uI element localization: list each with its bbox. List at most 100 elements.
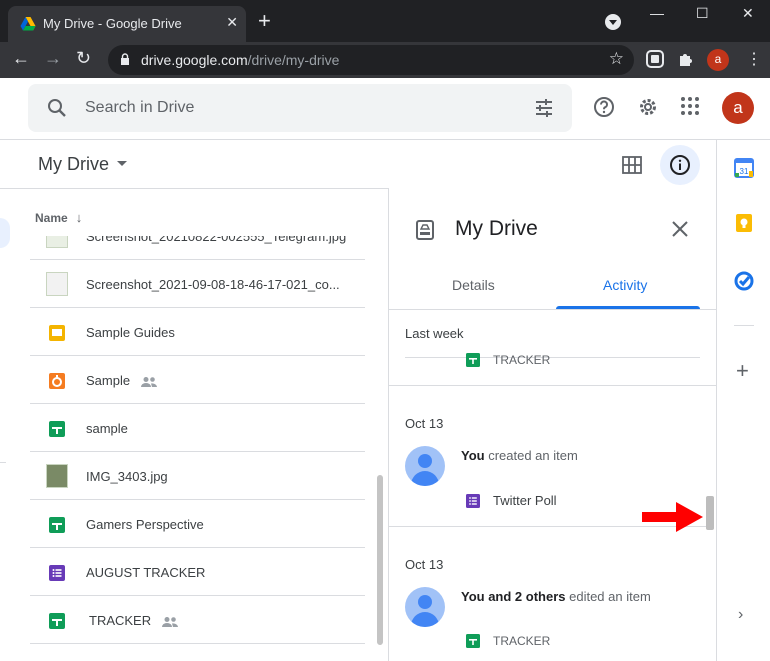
maximize-button[interactable]: ☐ — [696, 5, 709, 22]
keep-icon[interactable] — [734, 213, 754, 233]
search-input[interactable]: Search in Drive — [85, 99, 194, 117]
file-name: IMG_3403.jpg — [86, 469, 168, 484]
name-column-header[interactable]: Name ↓ — [35, 210, 82, 225]
tabs-divider — [389, 309, 716, 310]
forms-icon — [49, 565, 65, 581]
close-tab-icon[interactable]: ✕ — [226, 14, 238, 31]
tab-title: My Drive - Google Drive — [43, 16, 182, 31]
close-panel-icon[interactable] — [670, 219, 690, 239]
list-item[interactable]: Gamers Perspective — [30, 500, 365, 548]
image-thumbnail-icon — [46, 464, 68, 488]
expand-side-panel-chevron-icon[interactable]: › — [738, 606, 743, 624]
details-panel-divider — [388, 188, 389, 661]
search-bar[interactable]: Search in Drive — [28, 84, 572, 132]
sheets-icon — [466, 634, 480, 648]
forms-icon — [466, 494, 480, 508]
list-item[interactable]: IMG_3403.jpg — [30, 452, 365, 500]
file-list-scrollbar[interactable] — [377, 475, 383, 645]
sidebar-divider — [0, 462, 6, 463]
list-header-divider — [0, 188, 388, 189]
browser-tab-bar: My Drive - Google Drive ✕ + — ☐ ✕ — [0, 0, 770, 42]
activity-action: edited an item — [565, 589, 651, 604]
file-name: AUGUST TRACKER — [86, 565, 206, 580]
address-bar[interactable]: drive.google.com/drive/my-drive ☆ — [108, 45, 634, 75]
sheets-icon — [49, 421, 65, 437]
user-avatar — [405, 446, 445, 486]
help-icon[interactable] — [593, 96, 615, 118]
shared-people-icon — [141, 376, 158, 387]
browser-menu-icon[interactable]: ⋮ — [746, 49, 762, 69]
activity-actor: You — [461, 448, 485, 463]
list-item[interactable]: sample — [30, 404, 365, 452]
url-text: drive.google.com/drive/my-drive — [141, 52, 339, 68]
sort-arrow-icon[interactable]: ↓ — [76, 210, 83, 225]
red-arrow-annotation-icon — [642, 502, 703, 532]
search-options-icon[interactable] — [534, 98, 554, 118]
panel-title: My Drive — [455, 217, 538, 240]
shared-people-icon — [162, 616, 179, 627]
activity-actor: You and 2 others — [461, 589, 566, 604]
info-icon — [670, 155, 690, 175]
minimize-button[interactable]: — — [650, 5, 664, 21]
activity-divider — [405, 357, 700, 358]
orange-form-icon — [49, 373, 65, 389]
new-tab-button[interactable]: + — [258, 8, 271, 34]
file-name: TRACKER — [89, 613, 152, 628]
file-name-with-share: Sample — [86, 373, 158, 388]
back-arrow-icon[interactable]: ← — [12, 48, 30, 69]
extension-icon[interactable] — [646, 50, 664, 68]
forward-arrow-icon[interactable]: → — [44, 48, 62, 69]
get-add-ons-button[interactable]: + — [736, 358, 749, 384]
activity-file-name[interactable]: TRACKER — [493, 634, 550, 648]
grid-view-icon[interactable] — [622, 156, 642, 174]
tab-activity[interactable]: Activity — [603, 277, 647, 293]
activity-description: You created an item — [461, 448, 578, 463]
list-item[interactable]: Sample — [30, 356, 365, 404]
file-name: Screenshot_20210822-002555_Telegram.jpg — [86, 236, 347, 244]
activity-file-name[interactable]: Twitter Poll — [493, 493, 557, 508]
image-thumbnail-icon — [46, 236, 68, 248]
activity-description: You and 2 others edited an item — [461, 589, 651, 604]
list-item[interactable]: AUGUST TRACKER — [30, 548, 365, 596]
user-avatar — [405, 587, 445, 627]
activity-file-name[interactable]: TRACKER — [493, 353, 550, 367]
view-details-button[interactable] — [660, 145, 700, 185]
sheets-icon — [466, 353, 480, 367]
list-item[interactable]: Screenshot_2021-09-08-18-46-17-021_co... — [30, 260, 365, 308]
file-name: Sample Guides — [86, 325, 175, 340]
file-name: Sample — [86, 373, 131, 388]
lock-icon — [121, 53, 129, 65]
image-thumbnail-icon — [46, 272, 68, 296]
tasks-icon[interactable] — [734, 271, 754, 291]
sheets-icon — [49, 517, 65, 533]
reload-icon[interactable]: ↻ — [76, 48, 91, 69]
tab-search-icon[interactable] — [605, 14, 621, 30]
calendar-icon[interactable]: 31 — [734, 157, 754, 179]
puzzle-extensions-icon[interactable] — [677, 50, 695, 68]
file-name: Screenshot_2021-09-08-18-46-17-021_co... — [86, 277, 340, 292]
search-icon[interactable] — [46, 97, 68, 119]
breadcrumb-label: My Drive — [38, 154, 109, 174]
side-rail-divider — [716, 140, 717, 661]
settings-gear-icon[interactable] — [637, 96, 659, 118]
breadcrumb[interactable]: My Drive — [38, 154, 127, 175]
activity-date: Oct 13 — [405, 557, 444, 572]
slides-icon — [49, 325, 65, 341]
list-item[interactable]: Screenshot_20210822-002555_Telegram.jpg — [30, 236, 365, 260]
browser-profile-avatar[interactable]: a — [707, 49, 729, 71]
file-list: Screenshot_20210822-002555_Telegram.jpg … — [30, 236, 365, 661]
apps-grid-icon[interactable] — [680, 96, 700, 116]
sidebar-selection-edge — [0, 218, 10, 248]
list-item[interactable]: TRACKER — [30, 596, 365, 644]
browser-tab[interactable]: My Drive - Google Drive ✕ — [8, 6, 246, 42]
tab-details[interactable]: Details — [452, 277, 495, 293]
panel-scrollbar-thumb[interactable] — [706, 496, 714, 530]
account-avatar[interactable]: a — [722, 92, 754, 124]
url-path: /drive/my-drive — [247, 52, 340, 68]
name-column-label: Name — [35, 211, 68, 225]
list-item[interactable]: Sample Guides — [30, 308, 365, 356]
activity-section-label: Last week — [405, 326, 464, 341]
screen: My Drive - Google Drive ✕ + — ☐ ✕ ← → ↻ … — [0, 0, 770, 661]
bookmark-star-icon[interactable]: ☆ — [609, 49, 624, 69]
window-close-button[interactable]: ✕ — [742, 5, 754, 22]
